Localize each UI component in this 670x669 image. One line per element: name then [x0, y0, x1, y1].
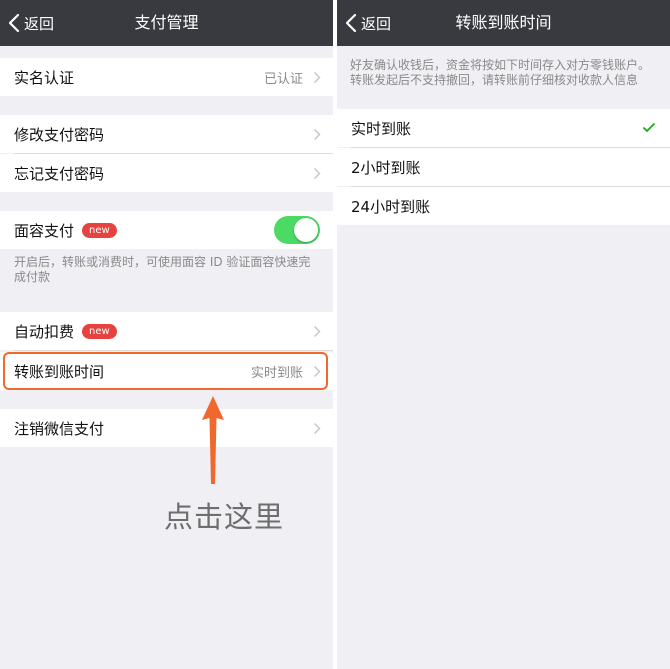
chevron-right-icon — [313, 167, 321, 180]
chevron-left-icon — [8, 13, 20, 33]
auto-deduct-cell[interactable]: 自动扣费 new — [0, 312, 333, 350]
new-badge: new — [82, 323, 117, 339]
nav-bar: 返回 转账到账时间 — [337, 0, 670, 46]
face-pay-label: 面容支付 — [14, 221, 75, 240]
change-password-cell[interactable]: 修改支付密码 — [0, 115, 333, 153]
transfer-time-highlight — [3, 352, 328, 390]
face-pay-cell: 面容支付 new — [0, 211, 333, 249]
auto-deduct-label: 自动扣费 — [14, 322, 75, 341]
chevron-right-icon — [313, 325, 321, 338]
up-arrow-icon — [202, 396, 224, 484]
divider — [14, 350, 333, 351]
real-name-label: 实名认证 — [14, 68, 75, 87]
nav-bar: 返回 支付管理 — [0, 0, 333, 46]
chevron-right-icon — [313, 422, 321, 435]
face-pay-hint: 开启后，转账或消费时，可使用面容 ID 验证面容快速完成付款 — [14, 255, 311, 284]
option-label: 实时到账 — [351, 119, 412, 138]
back-label: 返回 — [24, 14, 55, 33]
back-label: 返回 — [361, 14, 392, 33]
forgot-password-label: 忘记支付密码 — [14, 164, 105, 183]
forgot-password-cell[interactable]: 忘记支付密码 — [0, 154, 333, 192]
toggle-knob — [294, 218, 318, 242]
real-name-cell[interactable]: 实名认证 已认证 — [0, 58, 333, 96]
real-name-status: 已认证 — [263, 71, 303, 87]
back-button[interactable]: 返回 — [345, 0, 391, 46]
checkmark-icon — [642, 122, 656, 133]
face-pay-toggle[interactable] — [274, 216, 320, 244]
option-realtime[interactable]: 实时到账 — [337, 109, 670, 147]
annotation-text: 点击这里 — [164, 500, 285, 534]
payment-management-screen: 返回 支付管理 实名认证 已认证 修改支付密码 忘记支付密码 面容支付 new … — [0, 0, 333, 669]
back-button[interactable]: 返回 — [8, 0, 54, 46]
change-password-label: 修改支付密码 — [14, 125, 105, 144]
option-label: 2小时到账 — [351, 158, 421, 177]
option-label: 24小时到账 — [351, 197, 431, 216]
chevron-left-icon — [345, 13, 357, 33]
new-badge: new — [82, 222, 117, 238]
chevron-right-icon — [313, 71, 321, 84]
close-wechat-pay-cell[interactable]: 注销微信支付 — [0, 409, 333, 447]
chevron-right-icon — [313, 128, 321, 141]
option-24-hours[interactable]: 24小时到账 — [337, 187, 670, 225]
transfer-notice: 好友确认收钱后，资金将按如下时间存入对方零钱账户。转账发起后不支持撤回，请转账前… — [350, 58, 651, 87]
transfer-time-screen: 返回 转账到账时间 好友确认收钱后，资金将按如下时间存入对方零钱账户。转账发起后… — [337, 0, 670, 669]
close-wechat-pay-label: 注销微信支付 — [14, 419, 105, 438]
option-2-hours[interactable]: 2小时到账 — [337, 148, 670, 186]
